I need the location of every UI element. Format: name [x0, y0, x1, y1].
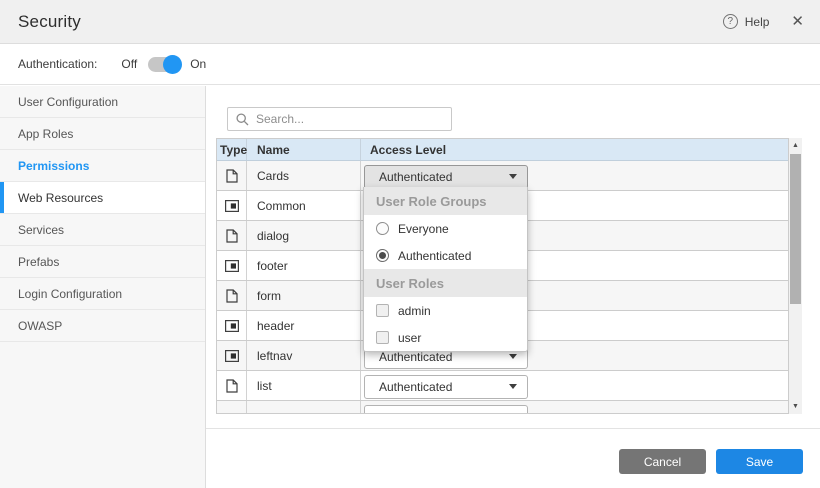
- partial-icon: [217, 341, 247, 370]
- option-label: Everyone: [398, 222, 449, 236]
- column-header-access-level: Access Level: [361, 139, 788, 160]
- sidebar-item-services[interactable]: Services: [0, 214, 205, 246]
- access-level-panel: User Role Groups Everyone Authenticated Use…: [363, 187, 528, 352]
- sidebar-item-prefabs[interactable]: Prefabs: [0, 246, 205, 278]
- access-cell: Authenticated: [361, 371, 788, 400]
- access-level-value: Authenticated: [379, 170, 452, 184]
- table-row: list Authenticated: [217, 371, 788, 401]
- search-input[interactable]: [256, 112, 443, 126]
- sidebar-item-label: Permissions: [18, 159, 89, 173]
- option-admin[interactable]: admin: [364, 297, 527, 324]
- scroll-up-icon[interactable]: ▲: [789, 139, 802, 152]
- content: Type Name Access Level Cards Authenticate…: [206, 86, 820, 488]
- sidebar-item-permissions[interactable]: Permissions: [0, 150, 205, 182]
- chevron-down-icon: [509, 354, 517, 359]
- sidebar: User Configuration App Roles Permissions We…: [0, 86, 206, 488]
- sidebar-item-label: Web Resources: [18, 191, 103, 205]
- radio-unchecked-icon: [376, 222, 389, 235]
- search-icon: [236, 113, 249, 126]
- column-header-type: Type: [217, 139, 247, 160]
- partial-icon: [217, 311, 247, 340]
- authentication-label: Authentication:: [18, 57, 97, 71]
- option-group-header: User Role Groups: [364, 187, 527, 215]
- security-dialog: Security ? Help ✕ Authentication: Off On…: [0, 0, 820, 488]
- sidebar-item-label: Services: [18, 223, 64, 237]
- row-name: header: [247, 311, 361, 340]
- save-button[interactable]: Save: [716, 449, 803, 474]
- sidebar-item-label: Prefabs: [18, 255, 59, 269]
- table-scrollbar[interactable]: ▲ ▼: [789, 138, 802, 414]
- search-box: [227, 107, 452, 131]
- checkbox-unchecked-icon: [376, 304, 389, 317]
- option-label: user: [398, 331, 421, 345]
- chevron-down-icon: [509, 174, 517, 179]
- sidebar-item-label: OWASP: [18, 319, 62, 333]
- option-label: Authenticated: [398, 249, 471, 263]
- chevron-down-icon: [509, 384, 517, 389]
- sidebar-item-web-resources[interactable]: Web Resources: [0, 182, 205, 214]
- sidebar-item-label: Login Configuration: [18, 287, 122, 301]
- sidebar-item-label: App Roles: [18, 127, 73, 141]
- sidebar-item-login-configuration[interactable]: Login Configuration: [0, 278, 205, 310]
- access-cell: [361, 401, 788, 414]
- scroll-down-icon[interactable]: ▼: [789, 400, 802, 413]
- option-everyone[interactable]: Everyone: [364, 215, 527, 242]
- close-icon[interactable]: ✕: [791, 14, 804, 29]
- sidebar-item-app-roles[interactable]: App Roles: [0, 118, 205, 150]
- footer-divider: [206, 428, 820, 429]
- row-name: list: [247, 371, 361, 400]
- partial-icon: [217, 191, 247, 220]
- help-icon[interactable]: ?: [723, 14, 738, 29]
- toggle-off-label: Off: [121, 57, 137, 71]
- row-name: leftnav: [247, 341, 361, 370]
- column-header-name: Name: [247, 139, 361, 160]
- access-level-dropdown[interactable]: [364, 405, 528, 415]
- partial-icon: [217, 251, 247, 280]
- sidebar-item-owasp[interactable]: OWASP: [0, 310, 205, 342]
- titlebar: Security ? Help ✕: [0, 0, 820, 44]
- access-level-value: Authenticated: [379, 380, 452, 394]
- access-level-dropdown[interactable]: Authenticated: [364, 375, 528, 399]
- sidebar-item-label: User Configuration: [18, 95, 118, 109]
- page-title: Security: [18, 12, 81, 32]
- row-name: Cards: [247, 161, 361, 190]
- page-icon: [217, 281, 247, 310]
- access-cell: Authenticated: [361, 161, 788, 190]
- help-link[interactable]: Help: [745, 15, 770, 29]
- radio-checked-icon: [376, 249, 389, 262]
- checkbox-unchecked-icon: [376, 331, 389, 344]
- option-user[interactable]: user: [364, 324, 527, 351]
- page-icon: [217, 221, 247, 250]
- row-name: Common: [247, 191, 361, 220]
- toggle-knob: [163, 55, 182, 74]
- option-label: admin: [398, 304, 431, 318]
- option-authenticated[interactable]: Authenticated: [364, 242, 527, 269]
- table-row: [217, 401, 788, 414]
- empty-type-cell: [217, 401, 247, 414]
- cancel-button[interactable]: Cancel: [619, 449, 706, 474]
- scrollbar-thumb[interactable]: [790, 154, 801, 304]
- table-header: Type Name Access Level: [217, 138, 788, 161]
- sidebar-item-user-configuration[interactable]: User Configuration: [0, 86, 205, 118]
- option-group-header: User Roles: [364, 269, 527, 297]
- row-name: form: [247, 281, 361, 310]
- row-name: [247, 401, 361, 414]
- authentication-bar: Authentication: Off On: [0, 44, 820, 85]
- row-name: footer: [247, 251, 361, 280]
- page-icon: [217, 371, 247, 400]
- page-icon: [217, 161, 247, 190]
- toggle-on-label: On: [190, 57, 206, 71]
- row-name: dialog: [247, 221, 361, 250]
- authentication-toggle[interactable]: [148, 57, 179, 72]
- access-level-dropdown[interactable]: Authenticated: [364, 165, 528, 189]
